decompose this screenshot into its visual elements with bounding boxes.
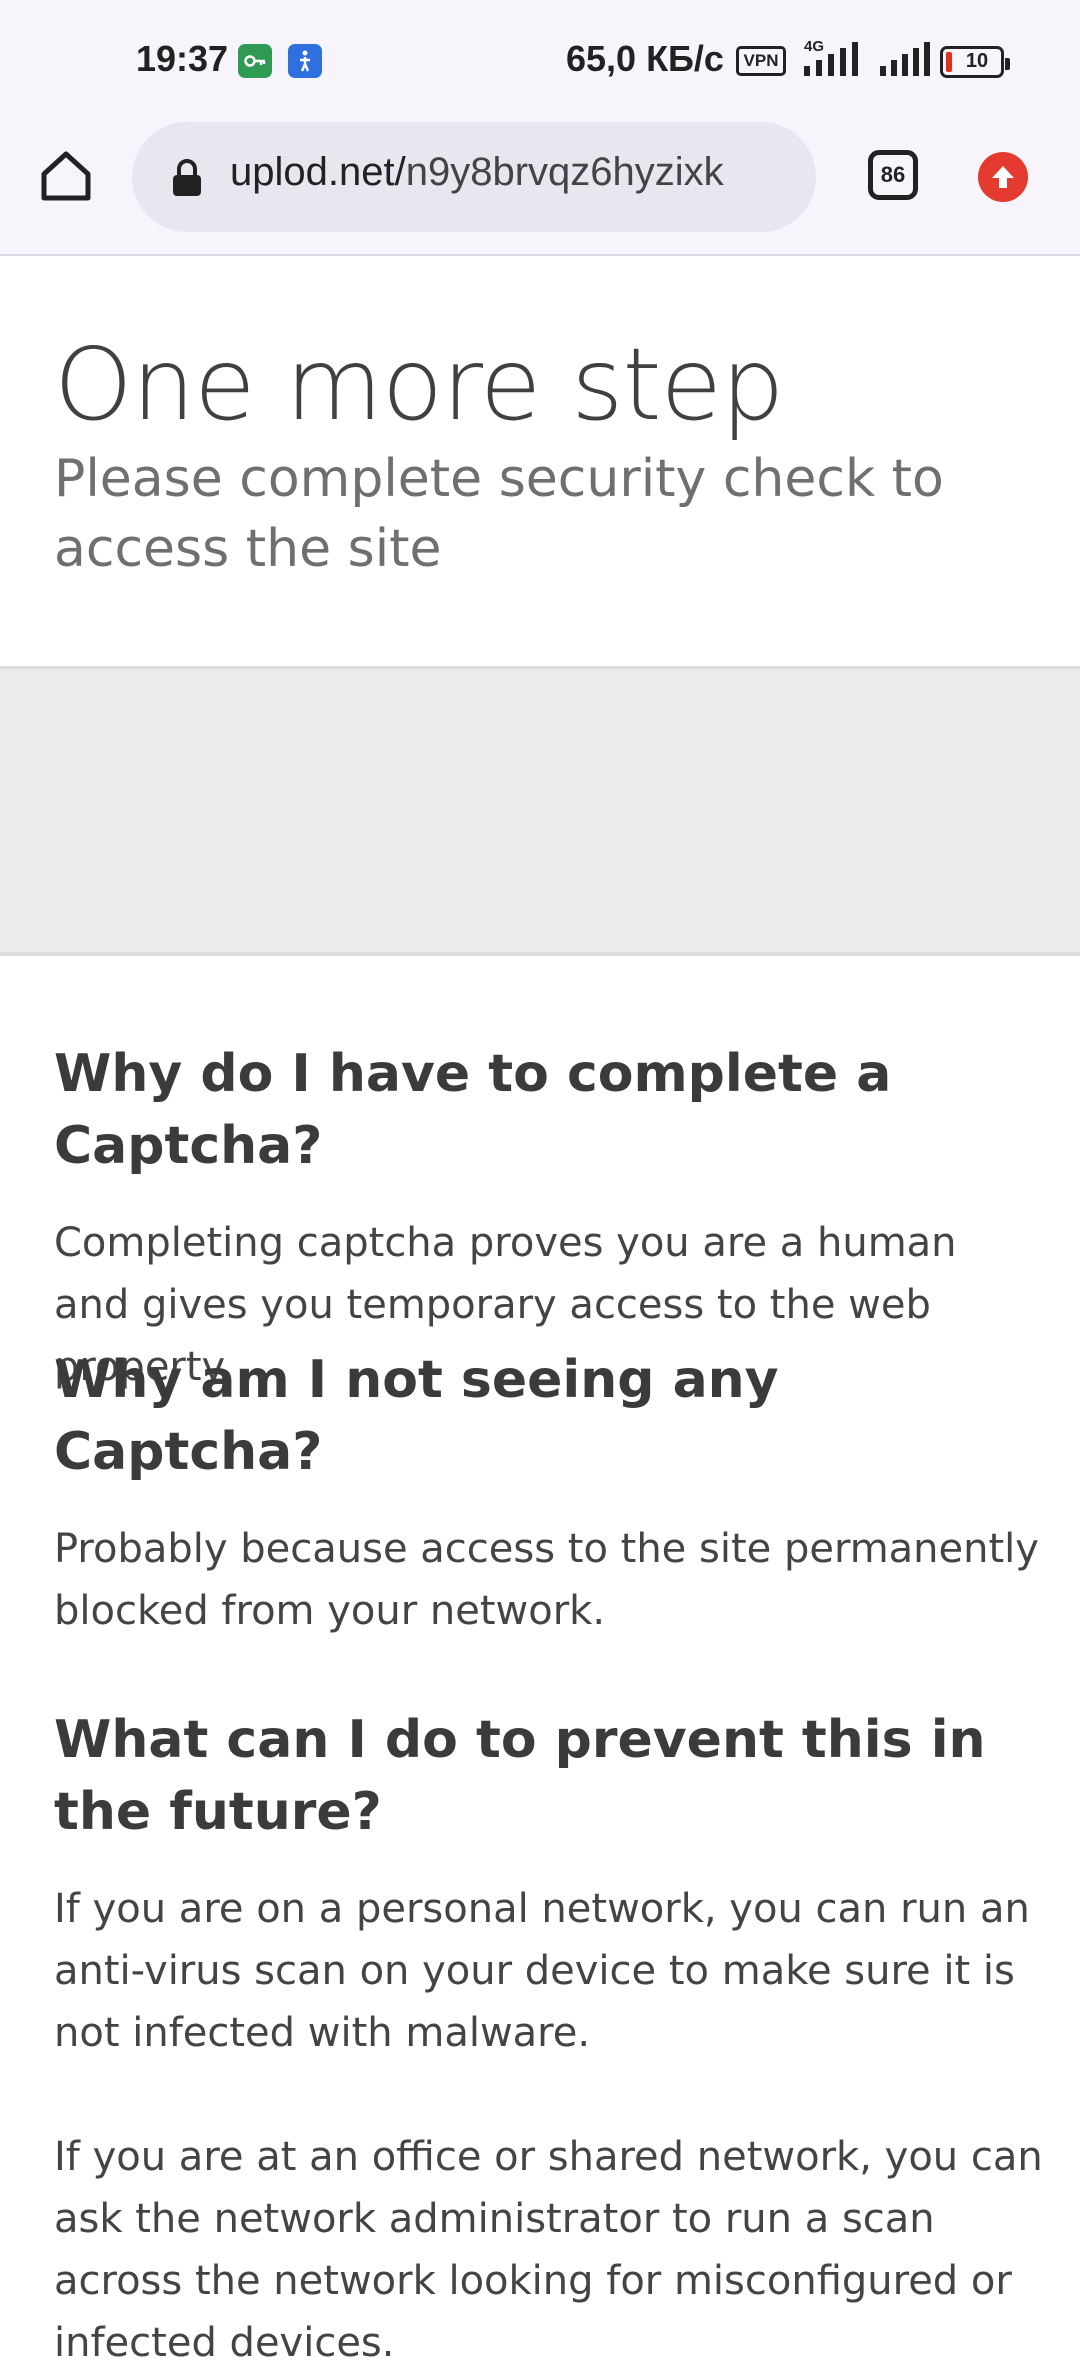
tab-count: 86 [880,162,906,187]
update-icon [992,166,1014,188]
faq-answer: If you are on a personal network, you ca… [54,1886,1030,2056]
battery-level: 10 [965,50,989,72]
faq-question: Why am I not seeing any Captcha? [54,1350,779,1482]
update-button[interactable] [978,152,1028,202]
status-bar: 19:37 65,0 КБ/с VPN 4G 10 [0,0,1080,118]
status-time: 19:37 [136,38,229,79]
captcha-area [0,666,1080,956]
signal-icon-2 [878,40,930,85]
accessibility-icon [288,44,322,78]
faq-question: Why do I have to complete a Captcha? [54,1044,892,1176]
vpn-key-icon [238,44,272,78]
address-bar[interactable]: uplod.net/n9y8brvqz6hyzixk [132,122,816,232]
signal-icon [800,40,866,85]
faq-answer: Probably because access to the site perm… [54,1526,1039,1634]
home-icon [41,151,91,201]
url-domain: uplod.net/ [230,150,406,194]
lock-icon [173,159,201,196]
hero-section: One more step Please complete security c… [0,258,1080,666]
battery-icon: 10 [940,46,1010,78]
home-button[interactable] [36,146,96,206]
tabs-button[interactable]: 86 [868,150,918,200]
url-text[interactable]: uplod.net/n9y8brvqz6hyzixk [230,150,810,195]
faq-item: Why am I not seeing any Captcha? Probabl… [54,1344,1044,1642]
faq-question: What can I do to prevent this in the fut… [54,1710,986,1842]
browser-toolbar: uplod.net/n9y8brvqz6hyzixk 86 [0,118,1080,256]
vpn-indicator: VPN [736,46,786,76]
faq-answer-2: If you are at an office or shared networ… [54,2134,1043,2366]
faq-item: What can I do to prevent this in the fut… [54,1704,1044,2374]
page-title: One more step [54,326,785,443]
page-subtitle: Please complete security check to access… [54,449,944,579]
url-path: n9y8brvqz6hyzixk [405,150,724,194]
network-speed: 65,0 КБ/с [566,38,724,79]
